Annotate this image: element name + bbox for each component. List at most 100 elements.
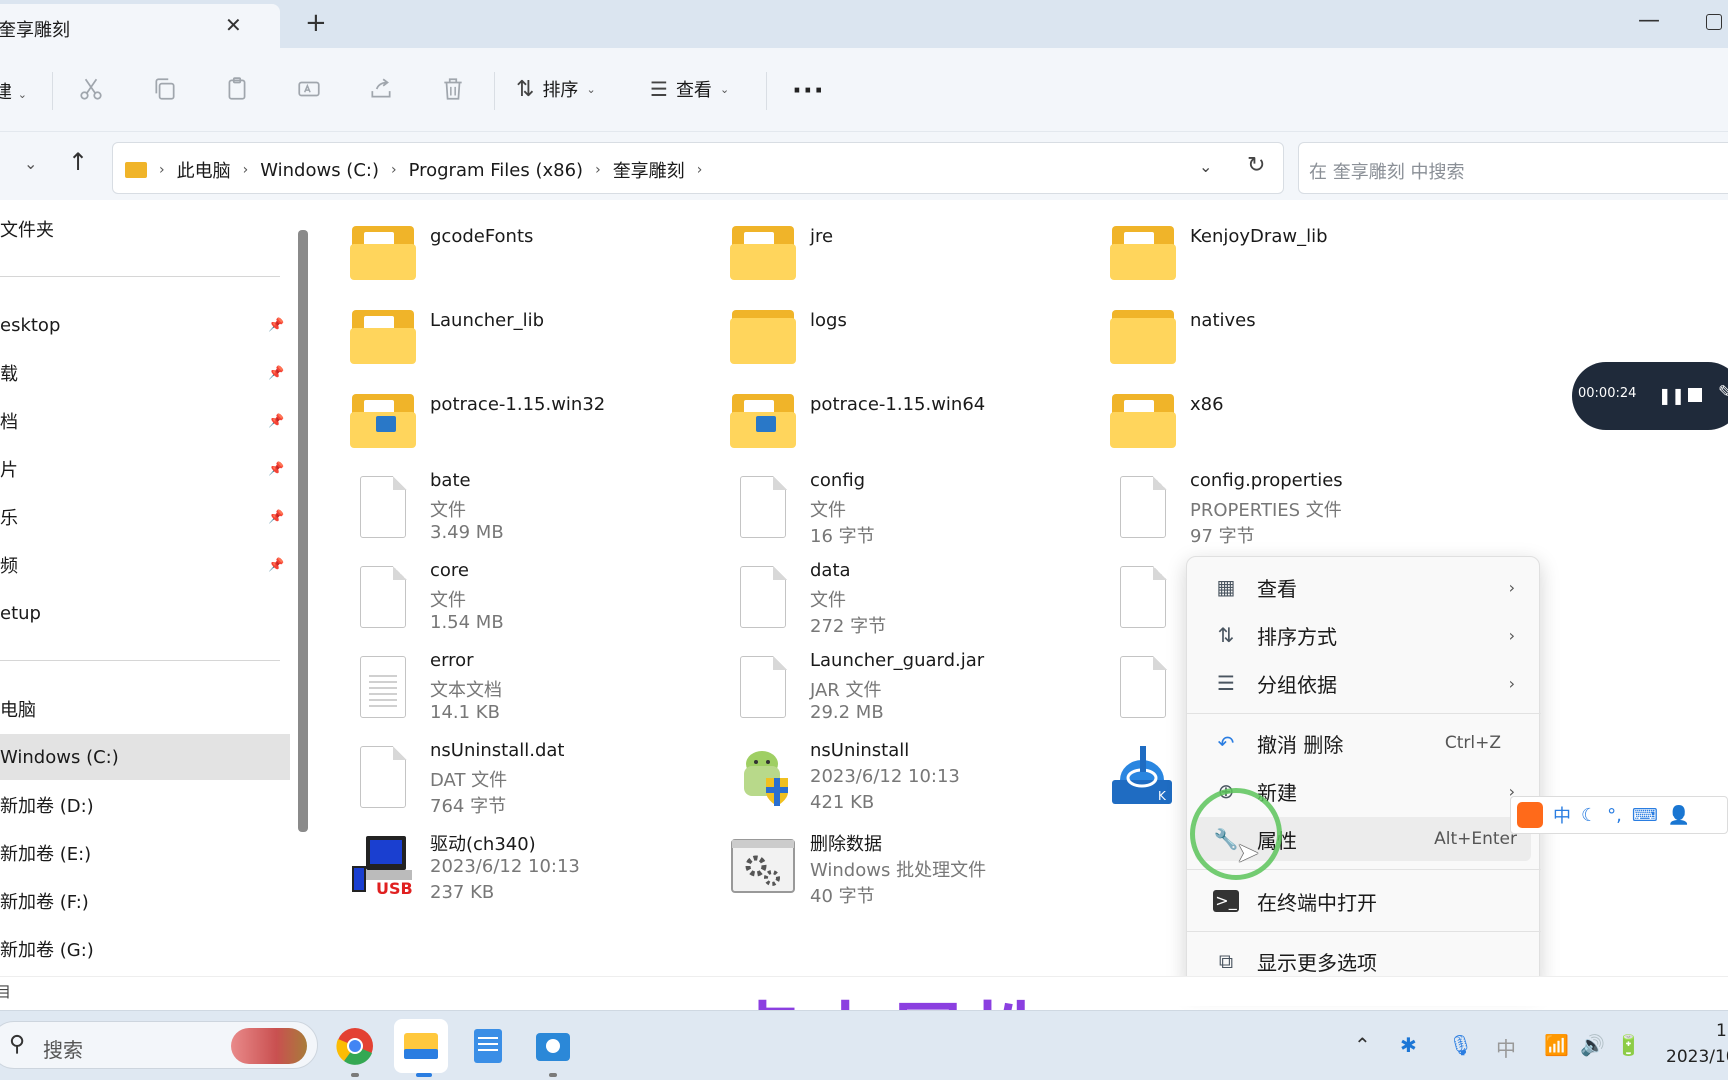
ime-language-toggle[interactable]: 中 (1553, 802, 1571, 828)
pin-icon[interactable]: 📌 (268, 558, 284, 573)
paste-icon[interactable] (224, 76, 250, 102)
breadcrumb-item[interactable]: 奎享雕刻 (613, 157, 685, 183)
breadcrumb-item[interactable]: Windows (C:) (260, 160, 379, 181)
microphone-icon[interactable]: 🎙 (1448, 1033, 1473, 1057)
file-item[interactable] (1080, 640, 1180, 730)
clock-date[interactable]: 2023/10 (1666, 1047, 1728, 1067)
folder-item[interactable]: KenjoyDraw_lib (1080, 208, 1440, 292)
nav-item-d-drive[interactable]: 新加卷 (D:) (0, 782, 290, 828)
nav-item[interactable]: 文件夹 (0, 206, 290, 252)
file-item[interactable]: USB 驱动(ch340) 2023/6/12 10:13 237 KB (320, 820, 680, 910)
ime-indicator-icon[interactable]: 中 (1496, 1033, 1516, 1062)
rename-icon[interactable] (296, 76, 322, 102)
battery-icon[interactable]: 🔋 (1616, 1033, 1641, 1057)
folder-item[interactable]: jre (700, 208, 1060, 292)
pen-icon[interactable]: ✎ (1718, 382, 1728, 403)
pin-icon[interactable]: 📌 (268, 414, 284, 429)
wifi-icon[interactable]: 📶 (1544, 1033, 1569, 1057)
more-options-button[interactable]: ··· (792, 76, 825, 106)
file-item[interactable]: nsUninstall 2023/6/12 10:13 421 KB (700, 730, 1060, 820)
nav-item-g-drive[interactable]: 新加卷 (G:) (0, 926, 290, 972)
punctuation-icon[interactable]: °, (1607, 805, 1622, 826)
file-item[interactable]: data 文件 272 字节 (700, 550, 1060, 640)
tab-current[interactable]: 奎享雕刻 ✕ (0, 4, 280, 48)
nav-item[interactable]: esktop 📌 (0, 302, 290, 348)
up-arrow-icon[interactable]: ↑ (68, 148, 88, 176)
search-box[interactable]: 在 奎享雕刻 中搜索 (1298, 142, 1728, 194)
nav-item[interactable]: 乐 📌 (0, 494, 290, 540)
file-item[interactable] (1080, 550, 1180, 640)
nav-item[interactable]: 频 📌 (0, 542, 290, 588)
clock-time[interactable]: 1: (1716, 1021, 1728, 1041)
meeting-app-icon[interactable] (530, 1023, 576, 1069)
file-item[interactable]: core 文件 1.54 MB (320, 550, 680, 640)
taskbar-search[interactable]: ⚲ 搜索 (0, 1021, 318, 1069)
chevron-up-icon[interactable]: ⌃ (1354, 1033, 1371, 1057)
nav-item-c-drive[interactable]: Windows (C:) (0, 734, 290, 780)
file-item[interactable]: 删除数据 Windows 批处理文件 40 字节 (700, 820, 1060, 910)
copy-icon[interactable] (152, 76, 178, 102)
nav-item-f-drive[interactable]: 新加卷 (F:) (0, 878, 290, 924)
notepad-icon[interactable] (464, 1023, 510, 1069)
stop-icon[interactable] (1688, 388, 1702, 402)
file-item[interactable]: config.properties PROPERTIES 文件 97 字节 (1080, 460, 1440, 550)
folder-item[interactable]: logs (700, 292, 1060, 376)
file-explorer-icon[interactable] (394, 1019, 448, 1073)
menu-item-undo-delete[interactable]: ↶ 撤消 删除 Ctrl+Z (1195, 721, 1531, 765)
menu-item-view[interactable]: ▦ 查看 › (1195, 565, 1531, 609)
menu-item-open-in-terminal[interactable]: >_ 在终端中打开 (1195, 879, 1531, 923)
breadcrumb-item[interactable]: 此电脑 (177, 157, 231, 183)
keyboard-icon[interactable]: ⌨ (1632, 805, 1658, 826)
chevron-right-icon[interactable]: › (595, 162, 601, 178)
folder-item[interactable]: gcodeFonts (320, 208, 680, 292)
close-tab-icon[interactable]: ✕ (225, 13, 242, 37)
share-icon[interactable] (368, 76, 394, 102)
nav-item-e-drive[interactable]: 新加卷 (E:) (0, 830, 290, 876)
file-item[interactable]: config 文件 16 字节 (700, 460, 1060, 550)
nav-item[interactable]: 片 📌 (0, 446, 290, 492)
address-history-icon[interactable]: ⌄ (1199, 157, 1212, 176)
nav-item[interactable]: 载 📌 (0, 350, 290, 396)
address-bar[interactable]: › 此电脑 › Windows (C:) › Program Files (x8… (112, 142, 1284, 194)
breadcrumb-item[interactable]: Program Files (x86) (409, 160, 584, 181)
nav-item[interactable]: 档 📌 (0, 398, 290, 444)
minimize-button[interactable]: — (1638, 8, 1660, 33)
folder-item[interactable]: x86 (1080, 376, 1440, 460)
file-item[interactable]: error 文本文档 14.1 KB (320, 640, 680, 730)
pin-icon[interactable]: 📌 (268, 462, 284, 477)
pause-icon[interactable]: ❚❚ (1658, 386, 1685, 405)
refresh-icon[interactable]: ↻ (1247, 153, 1265, 178)
file-item[interactable]: nsUninstall.dat DAT 文件 764 字节 (320, 730, 680, 820)
folder-item[interactable]: Launcher_lib (320, 292, 680, 376)
chevron-right-icon[interactable]: › (159, 162, 165, 178)
moon-icon[interactable]: ☾ (1581, 805, 1597, 826)
folder-item[interactable]: potrace-1.15.win64 (700, 376, 1060, 460)
chevron-right-icon[interactable]: › (391, 162, 397, 178)
recent-locations-icon[interactable]: ⌄ (24, 154, 37, 173)
volume-icon[interactable]: 🔊 (1580, 1033, 1605, 1057)
folder-item[interactable]: natives (1080, 292, 1440, 376)
menu-item-group-by[interactable]: ☰ 分组依据 › (1195, 661, 1531, 705)
ime-logo-icon[interactable] (1517, 802, 1543, 828)
sort-button[interactable]: ⇅ 排序 ⌄ (516, 72, 596, 106)
chevron-right-icon[interactable]: › (697, 162, 703, 178)
user-icon[interactable]: 👤 (1668, 805, 1690, 826)
pin-icon[interactable]: 📌 (268, 510, 284, 525)
menu-item-sort-by[interactable]: ⇅ 排序方式 › (1195, 613, 1531, 657)
nav-item[interactable]: etup (0, 590, 290, 636)
scrollbar[interactable] (298, 230, 308, 832)
chrome-icon[interactable] (332, 1023, 378, 1069)
pin-icon[interactable]: 📌 (268, 366, 284, 381)
file-item[interactable]: K (1080, 730, 1180, 820)
cut-icon[interactable] (78, 76, 104, 102)
new-tab-button[interactable]: + (305, 8, 327, 38)
pin-icon[interactable]: 📌 (268, 318, 284, 333)
view-button[interactable]: ☰ 查看 ⌄ (650, 72, 729, 106)
folder-item[interactable]: potrace-1.15.win32 (320, 376, 680, 460)
delete-icon[interactable] (440, 76, 466, 102)
file-item[interactable]: Launcher_guard.jar JAR 文件 29.2 MB (700, 640, 1060, 730)
file-item[interactable]: bate 文件 3.49 MB (320, 460, 680, 550)
nav-item-this-pc[interactable]: 电脑 (0, 686, 290, 732)
accessibility-icon[interactable]: ✱ (1400, 1033, 1417, 1057)
chevron-right-icon[interactable]: › (243, 162, 249, 178)
